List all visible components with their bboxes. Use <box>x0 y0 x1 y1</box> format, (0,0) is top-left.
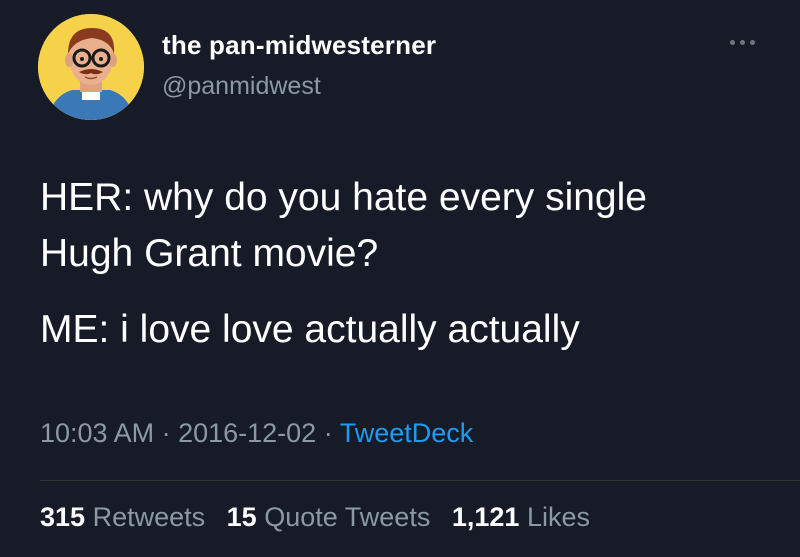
retweets-count: 315 <box>40 502 86 532</box>
tweet-stats: 315 Retweets 15 Quote Tweets 1,121 Likes <box>40 502 604 533</box>
tweet-date[interactable]: 2016-12-02 <box>178 418 316 448</box>
quote-tweets-count: 15 <box>226 502 257 532</box>
more-horizontal-icon-dot <box>750 40 755 45</box>
tweet-line: HER: why do you hate every single <box>40 176 647 219</box>
quote-tweets-label: Quote Tweets <box>264 502 431 532</box>
meta-separator: · <box>154 418 179 448</box>
tweet-card: the pan-midwesterner @panmidwest HER: wh… <box>0 0 800 557</box>
tweet-time[interactable]: 10:03 AM <box>40 418 154 448</box>
meta-separator: · <box>316 418 340 448</box>
tweet-metadata: 10:03 AM · 2016-12-02 · TweetDeck <box>40 418 473 449</box>
user-handle[interactable]: @panmidwest <box>162 72 321 101</box>
more-horizontal-icon <box>730 40 735 45</box>
retweets-stat[interactable]: 315 Retweets <box>40 502 205 532</box>
user-avatar[interactable] <box>38 14 144 120</box>
tweet-line: Hugh Grant movie? <box>40 232 379 275</box>
cartoon-priest-avatar-icon <box>38 14 144 120</box>
retweets-label: Retweets <box>92 502 206 532</box>
likes-label: Likes <box>526 502 590 532</box>
more-horizontal-icon-dot <box>740 40 745 45</box>
tweet-source-link[interactable]: TweetDeck <box>340 418 474 448</box>
tweet-line: ME: i love love actually actually <box>40 308 580 351</box>
user-display-name[interactable]: the pan-midwesterner <box>162 30 436 61</box>
more-options-button[interactable] <box>726 30 760 54</box>
divider <box>40 480 800 481</box>
quote-tweets-stat[interactable]: 15 Quote Tweets <box>227 502 431 532</box>
likes-stat[interactable]: 1,121 Likes <box>452 502 590 532</box>
tweet-text: HER: why do you hate every single Hugh G… <box>40 170 770 358</box>
likes-count: 1,121 <box>451 502 520 532</box>
